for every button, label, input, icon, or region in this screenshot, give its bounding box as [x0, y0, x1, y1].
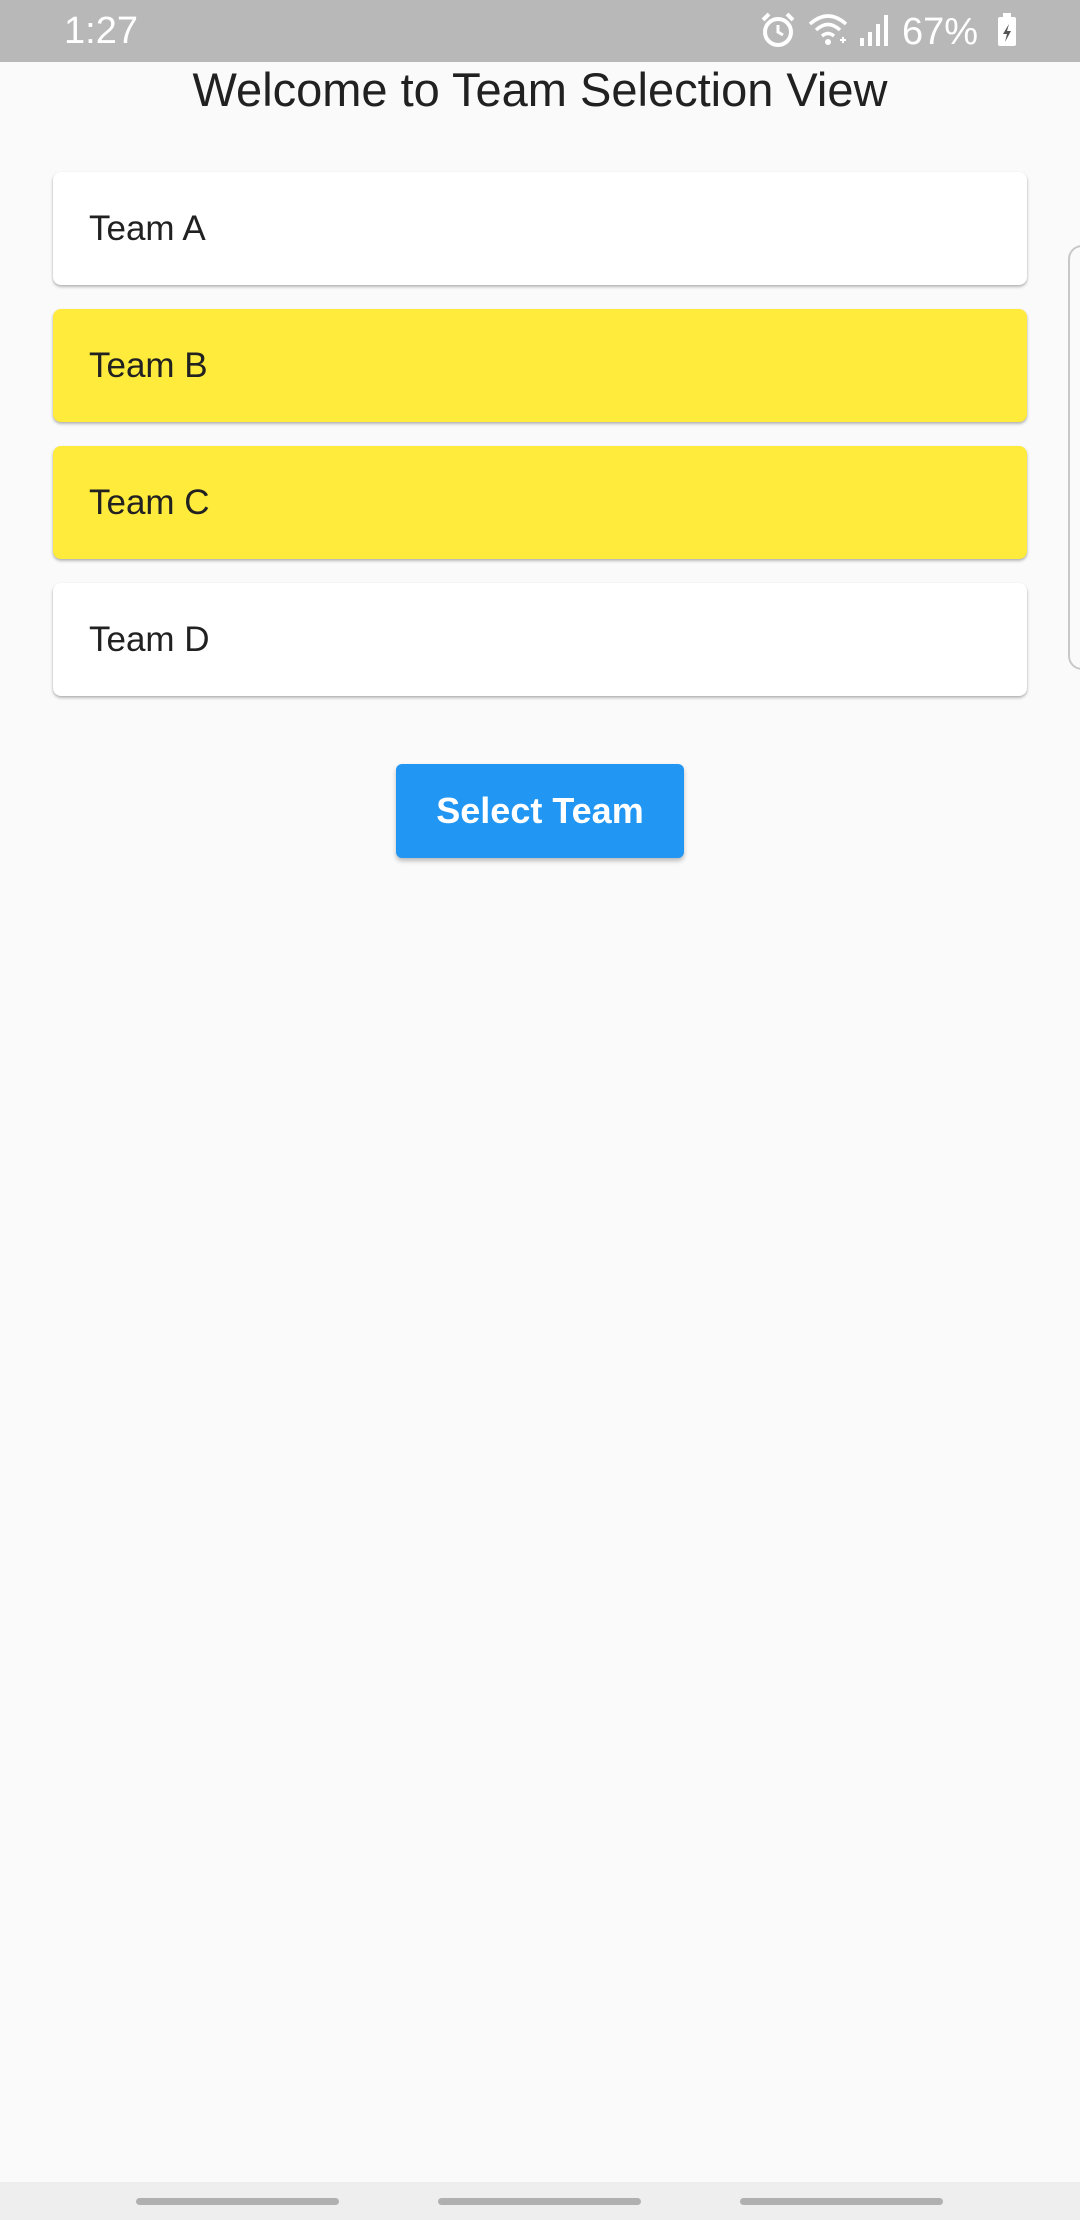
team-card-label: Team C [89, 482, 210, 522]
team-card-c[interactable]: Team C [53, 446, 1027, 559]
status-time: 1:27 [64, 10, 138, 52]
page-title: Welcome to Team Selection View [192, 63, 888, 116]
alarm-icon [758, 10, 798, 55]
battery-percent: 67% [901, 11, 978, 53]
signal-icon [858, 10, 892, 55]
select-team-button[interactable]: Select Team [396, 764, 684, 858]
back-handle[interactable] [740, 2198, 943, 2205]
team-card-label: Team D [89, 619, 210, 659]
recent-apps-handle[interactable] [136, 2198, 339, 2205]
edge-panel-handle[interactable] [1068, 245, 1080, 670]
home-handle[interactable] [438, 2198, 641, 2205]
team-card-label: Team B [89, 345, 208, 385]
team-selection-screen: 1:27 67% Welcome to Team Selection View … [0, 0, 1080, 2220]
battery-charging-icon [996, 12, 1018, 53]
status-icons: 67% [750, 10, 1018, 54]
team-card-b[interactable]: Team B [53, 309, 1027, 422]
team-card-label: Team A [89, 208, 206, 248]
team-card-a[interactable]: Team A [53, 172, 1027, 285]
team-list: Team A Team B Team C Team D [53, 172, 1027, 720]
team-card-d[interactable]: Team D [53, 583, 1027, 696]
wifi-icon [806, 10, 850, 55]
navigation-bar [0, 2182, 1080, 2220]
status-bar: 1:27 67% [0, 0, 1080, 62]
